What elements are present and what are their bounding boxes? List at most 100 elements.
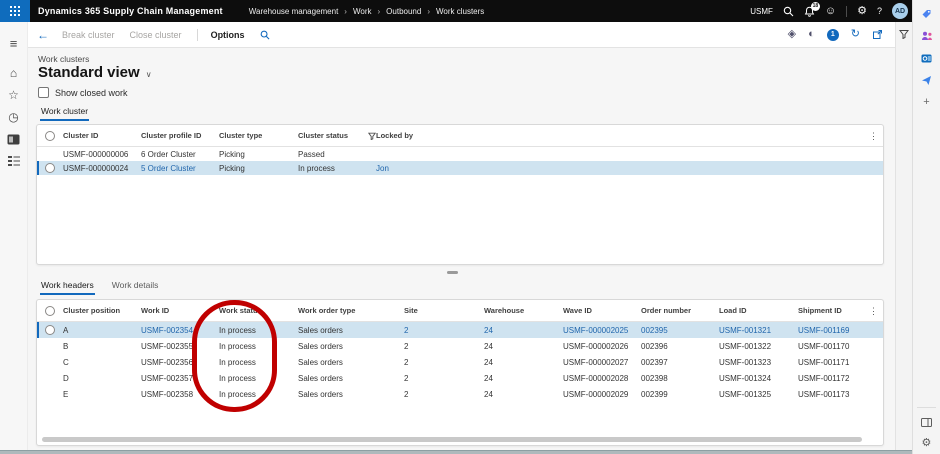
column-header-work-status[interactable]: Work status — [219, 306, 298, 315]
table-row[interactable]: B USMF-002355 In process Sales orders 2 24 USM… — [37, 338, 883, 354]
people-icon[interactable] — [921, 30, 933, 42]
help-button[interactable]: ? — [877, 6, 882, 16]
column-header-cluster-position[interactable]: Cluster position — [63, 306, 141, 315]
column-header-load-id[interactable]: Load ID — [719, 306, 798, 315]
cell-cluster-position: D — [63, 373, 69, 383]
home-icon[interactable]: ⌂ — [0, 62, 27, 84]
back-icon[interactable]: ← — [37, 29, 49, 41]
page-title[interactable]: Standard view ∨ — [38, 64, 152, 81]
column-header-cluster-status[interactable]: Cluster status — [298, 131, 376, 140]
column-header-locked-by[interactable]: Locked by — [376, 131, 883, 140]
table-row[interactable]: D USMF-002357 In process Sales orders 2 24 USM… — [37, 370, 883, 386]
favorites-star-icon[interactable]: ☆ — [0, 84, 27, 106]
cell-site: 2 — [404, 341, 409, 351]
cell-shipment-id[interactable]: USMF-001169 — [798, 326, 883, 335]
cell-work-status: In process — [219, 389, 256, 399]
avatar[interactable]: AD — [892, 3, 908, 19]
shopping-tag-icon[interactable] — [921, 8, 932, 20]
column-header-cluster-type[interactable]: Cluster type — [219, 131, 298, 140]
active-workspace-icon[interactable] — [0, 128, 27, 150]
cell-warehouse[interactable]: 24 — [484, 326, 563, 335]
command-search-icon[interactable] — [260, 30, 270, 40]
table-row[interactable]: A USMF-002354 In process Sales orders 2 24 USM… — [37, 322, 883, 338]
personalize-icon[interactable]: ◈ — [788, 29, 796, 40]
tab-work-cluster[interactable]: Work cluster — [40, 106, 90, 121]
app-launcher-waffle-icon[interactable] — [0, 0, 30, 22]
sidebar-panel-icon[interactable] — [920, 416, 932, 428]
add-sidebar-item-icon[interactable]: + — [923, 96, 929, 108]
tab-work-headers[interactable]: Work headers — [40, 280, 95, 295]
breadcrumb-item-work-clusters[interactable]: Work clusters — [436, 7, 484, 16]
breadcrumb-item-outbound[interactable]: Outbound — [386, 7, 421, 16]
open-in-new-window-icon[interactable] — [872, 29, 883, 40]
grid-more-options-icon[interactable]: ⋮ — [869, 125, 878, 147]
settings-gear-icon[interactable]: ⚙ — [857, 5, 867, 17]
expand-menu-icon[interactable]: ≡ — [0, 32, 27, 54]
table-row[interactable]: C USMF-002356 In process Sales orders 2 24 USM… — [37, 354, 883, 370]
column-header-order-number[interactable]: Order number — [641, 306, 719, 315]
cell-cluster-profile-id[interactable]: 5 Order Cluster — [141, 164, 219, 173]
cell-work-order-type: Sales orders — [298, 357, 343, 367]
column-filter-icon[interactable] — [367, 132, 377, 141]
cell-site[interactable]: 2 — [404, 326, 484, 335]
horizontal-scrollbar[interactable] — [42, 437, 862, 442]
filter-funnel-icon[interactable] — [899, 29, 909, 450]
feedback-smiley-icon[interactable]: ☺ — [825, 5, 836, 17]
column-header-work-order-type[interactable]: Work order type — [298, 306, 404, 315]
radio-circle-icon — [45, 163, 55, 173]
send-plane-icon[interactable] — [921, 74, 932, 86]
row-select-radio[interactable] — [37, 325, 63, 335]
view-title-text: Standard view — [38, 64, 140, 81]
grid-body: A USMF-002354 In process Sales orders 2 24 USM… — [37, 322, 883, 402]
column-header-cluster-profile-id[interactable]: Cluster profile ID — [141, 131, 219, 140]
show-closed-work-checkbox[interactable] — [38, 87, 49, 98]
cell-wave-id[interactable]: USMF-000002025 — [563, 326, 641, 335]
column-header-site[interactable]: Site — [404, 306, 484, 315]
splitter-handle[interactable] — [447, 271, 458, 274]
select-all-radio[interactable] — [37, 305, 63, 316]
grid-more-options-icon[interactable]: ⋮ — [869, 300, 878, 322]
sidebar-settings-gear-icon[interactable]: ⚙ — [922, 437, 932, 449]
cell-work-order-type: Sales orders — [298, 325, 343, 335]
sidebar-bottom-group: ⚙ — [917, 407, 936, 449]
cell-site: 2 — [404, 357, 409, 367]
cell-work-id[interactable]: USMF-002354 — [141, 326, 219, 335]
modules-list-icon[interactable] — [0, 150, 27, 172]
top-app-bar: Dynamics 365 Supply Chain Management War… — [0, 0, 912, 22]
company-picker[interactable]: USMF — [750, 7, 773, 16]
cell-work-id: USMF-002358 — [141, 389, 194, 399]
search-icon[interactable] — [783, 6, 794, 17]
app-title[interactable]: Dynamics 365 Supply Chain Management — [38, 6, 223, 16]
breadcrumb-item-warehouse-management[interactable]: Warehouse management — [249, 7, 339, 16]
cell-load-id[interactable]: USMF-001321 — [719, 326, 798, 335]
table-row[interactable]: USMF-000000024 5 Order Cluster Picking In p… — [37, 161, 883, 175]
table-row[interactable]: USMF-000000006 6 Order Cluster Picking Pass… — [37, 147, 883, 161]
select-all-radio[interactable] — [37, 130, 63, 141]
notifications-bell-icon[interactable]: 18 — [804, 1, 820, 17]
outlook-icon[interactable] — [921, 52, 932, 64]
cell-site: 2 — [404, 373, 409, 383]
column-header-wave-id[interactable]: Wave ID — [563, 306, 641, 315]
cell-shipment-id: USMF-001172 — [798, 373, 850, 383]
row-select-radio[interactable] — [37, 163, 63, 173]
column-header-work-id[interactable]: Work ID — [141, 306, 219, 315]
attachments-badge[interactable]: 1 — [826, 28, 839, 41]
refresh-icon[interactable]: ↻ — [851, 29, 860, 40]
column-header-warehouse[interactable]: Warehouse — [484, 306, 563, 315]
tab-work-details[interactable]: Work details — [111, 280, 160, 295]
cell-order-number: 002398 — [641, 373, 668, 383]
cell-shipment-id: USMF-001173 — [798, 389, 850, 399]
cell-order-number[interactable]: 002395 — [641, 326, 719, 335]
cell-work-order-type: Sales orders — [298, 341, 343, 351]
column-header-cluster-id[interactable]: Cluster ID — [63, 131, 141, 140]
breadcrumb-item-work[interactable]: Work — [353, 7, 372, 16]
command-button-options[interactable]: Options — [211, 30, 245, 40]
topbar-divider — [846, 5, 848, 17]
work-headers-grid: Cluster position Work ID Work status Work o… — [36, 299, 884, 446]
recent-clock-icon[interactable]: ◷ — [0, 106, 27, 128]
cell-locked-by[interactable]: Jon — [376, 164, 883, 173]
table-row[interactable]: E USMF-002358 In process Sales orders 2 24 USM… — [37, 386, 883, 402]
cell-order-number: 002397 — [641, 357, 668, 367]
grid-header-row: Cluster ID Cluster profile ID Cluster type… — [37, 125, 883, 147]
contrast-icon[interactable]: ◐ — [808, 29, 815, 40]
